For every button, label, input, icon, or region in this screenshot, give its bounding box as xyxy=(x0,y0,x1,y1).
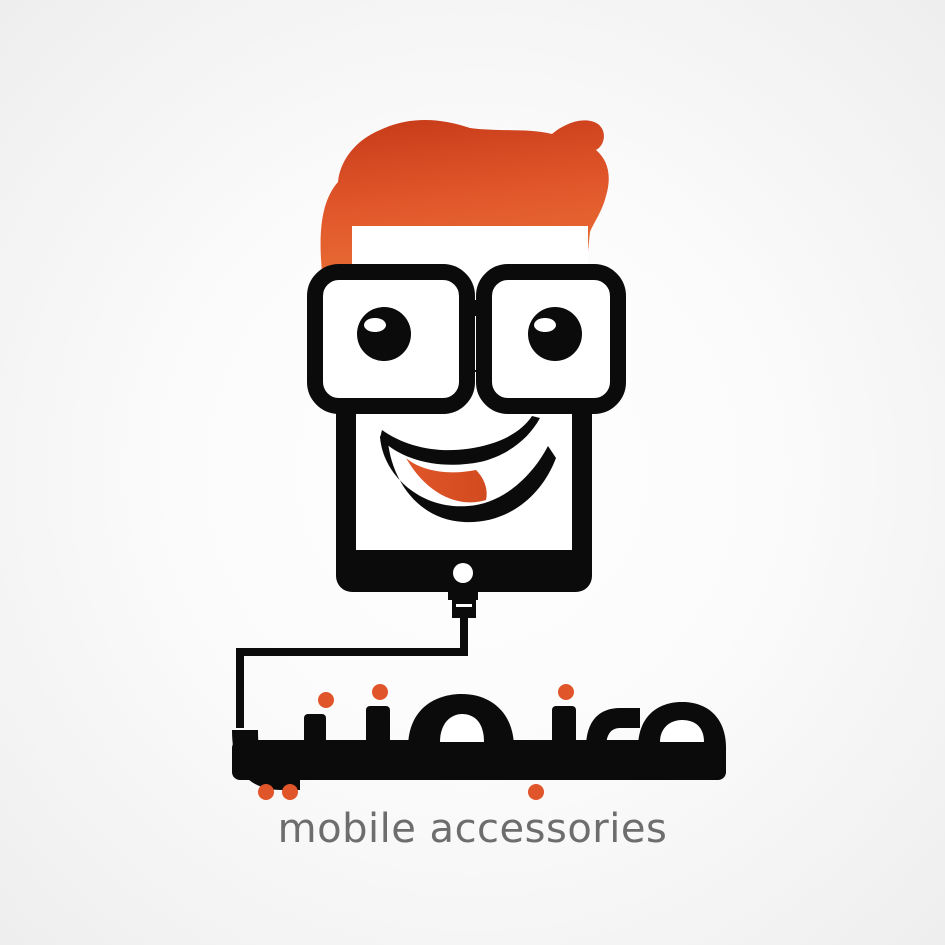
glasses-bridge xyxy=(462,300,492,316)
arabic-wordmark-graphic xyxy=(232,684,726,800)
right-eye-icon xyxy=(528,307,582,361)
logo-canvas: mobile accessories xyxy=(0,0,945,945)
left-eye-icon xyxy=(357,307,411,361)
brand-tagline: mobile accessories xyxy=(277,806,668,852)
home-button-icon xyxy=(453,563,473,583)
phone-mascot-icon xyxy=(307,120,626,592)
brand-logo xyxy=(232,120,726,800)
